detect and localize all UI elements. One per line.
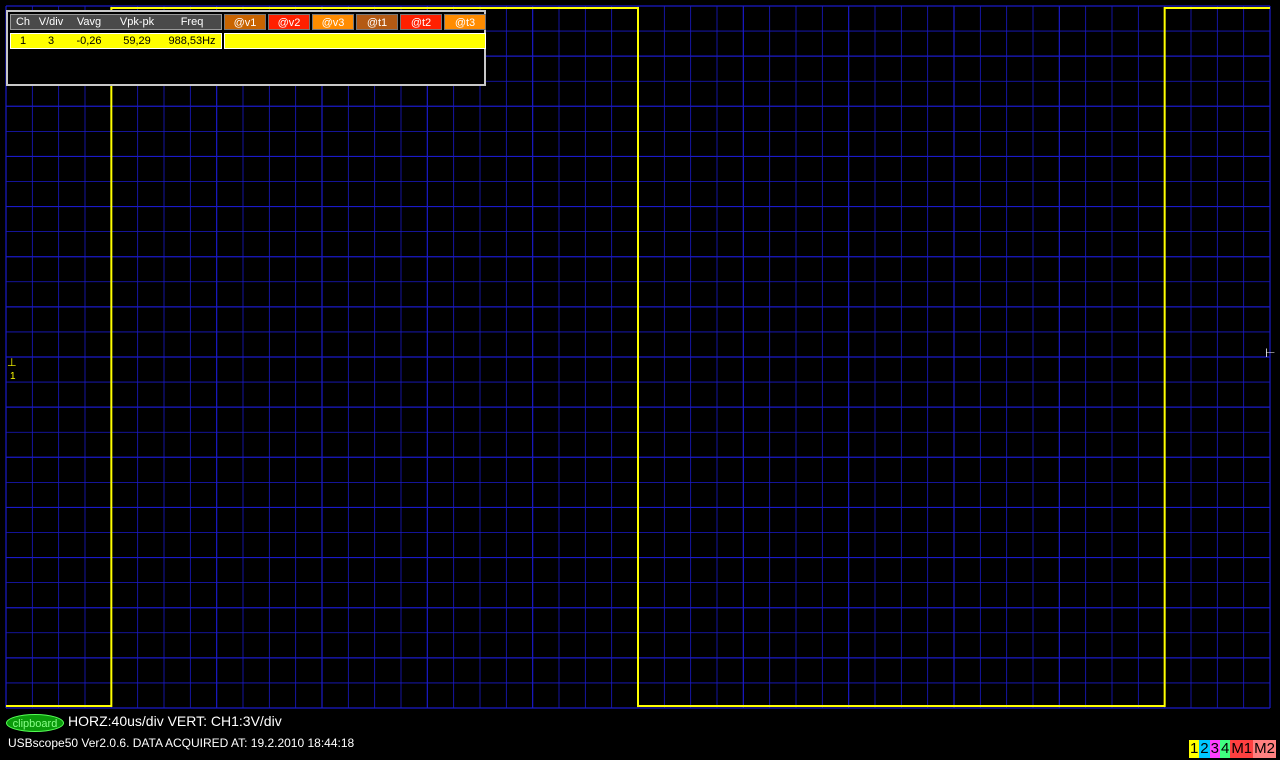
header-vdiv: V/div [38, 16, 64, 28]
legend-ch4[interactable]: 4 [1219, 740, 1231, 758]
header-vpkpk: Vpk-pk [119, 16, 155, 28]
legend-ch2[interactable]: 2 [1199, 740, 1210, 758]
legend-ch1[interactable]: 1 [1188, 740, 1200, 758]
cursor-button-t3[interactable]: @t3 [444, 14, 486, 30]
header-vavg: Vavg [76, 16, 102, 28]
scope-display[interactable] [0, 0, 1280, 760]
legend-m2[interactable]: M2 [1253, 740, 1276, 758]
measurement-header: Ch V/div Vavg Vpk-pk Freq @v1 @v2 @v3 @t… [10, 14, 486, 30]
ground-marker-label: 1 [10, 371, 16, 382]
cursor-button-t1[interactable]: @t1 [356, 14, 398, 30]
ground-marker-icon[interactable]: ⊥ [7, 356, 17, 369]
cell-vpkpk: 59,29 [123, 35, 151, 47]
channel-legend: 1 2 3 4 M1 M2 [1188, 740, 1276, 758]
cursor-button-v3[interactable]: @v3 [312, 14, 354, 30]
cursor-button-v1[interactable]: @v1 [224, 14, 266, 30]
measurement-row-ch1[interactable]: 1 3 -0,26 59,29 988,53Hz [10, 33, 486, 49]
trigger-level-marker-icon[interactable]: ⊢ [1265, 346, 1275, 360]
cell-freq: 988,53Hz [168, 35, 216, 47]
legend-m1[interactable]: M1 [1230, 740, 1254, 758]
cell-ch: 1 [19, 35, 27, 47]
cursor-button-t2[interactable]: @t2 [400, 14, 442, 30]
clipboard-button[interactable]: clipboard [6, 714, 64, 732]
cursor-readout-area [224, 33, 486, 49]
cell-vdiv: 3 [47, 35, 55, 47]
status-line: USBscope50 Ver2.0.6. DATA ACQUIRED AT: 1… [8, 736, 355, 750]
header-freq: Freq [180, 16, 204, 28]
cell-vavg: -0,26 [76, 35, 102, 47]
header-ch: Ch [15, 16, 31, 28]
legend-ch3[interactable]: 3 [1209, 740, 1220, 758]
measurement-panel: Ch V/div Vavg Vpk-pk Freq @v1 @v2 @v3 @t… [6, 10, 486, 86]
scale-readout: HORZ:40us/div VERT: CH1:3V/div [68, 713, 282, 729]
cursor-button-v2[interactable]: @v2 [268, 14, 310, 30]
